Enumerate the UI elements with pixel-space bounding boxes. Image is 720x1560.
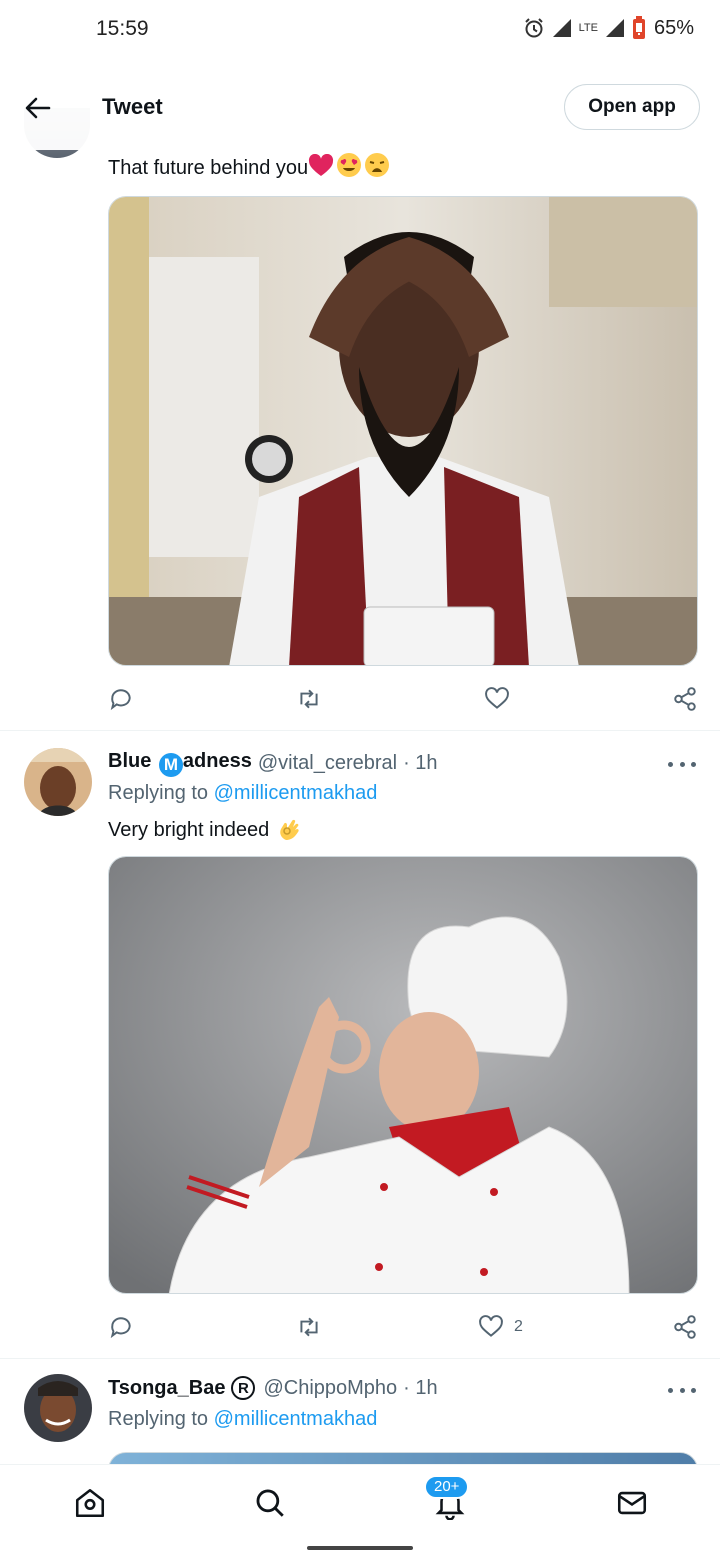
registered-letter: R bbox=[238, 1379, 249, 1397]
reply-icon bbox=[110, 1317, 131, 1339]
status-bar: 15:59 LTE 65% bbox=[0, 0, 720, 62]
retweet-button[interactable] bbox=[296, 1310, 322, 1344]
battery-percent: 65% bbox=[653, 16, 694, 39]
system-gesture-bar bbox=[0, 1536, 720, 1560]
more-options-button[interactable] bbox=[668, 754, 696, 774]
signal-icon bbox=[551, 17, 573, 39]
retweet-icon bbox=[300, 1317, 318, 1337]
replying-to-link[interactable]: @millicentmakhad bbox=[214, 1408, 378, 1430]
divider bbox=[0, 1358, 720, 1359]
tweet-actions: 2 bbox=[108, 1310, 700, 1344]
tweet-media-image[interactable] bbox=[108, 856, 698, 1294]
network-label: LTE bbox=[578, 21, 598, 34]
display-name-first: Blue bbox=[108, 750, 152, 772]
mail-icon bbox=[617, 1491, 647, 1515]
top-app-bar: Tweet Open app bbox=[0, 62, 720, 150]
handle[interactable]: @vital_cerebral bbox=[258, 752, 397, 775]
display-name[interactable]: Blue Madness bbox=[108, 750, 252, 777]
display-name[interactable]: Tsonga_Bae bbox=[108, 1377, 225, 1400]
tweet-time[interactable]: · 1h bbox=[403, 752, 437, 775]
back-arrow-icon bbox=[25, 97, 51, 119]
red-heart-emoji bbox=[308, 153, 334, 184]
replying-prefix: Replying to bbox=[108, 782, 209, 804]
ok-hand-emoji bbox=[277, 814, 303, 848]
avatar[interactable] bbox=[24, 748, 92, 816]
media-photo bbox=[109, 857, 697, 1293]
bottom-navigation: 20+ bbox=[0, 1464, 720, 1536]
share-button[interactable] bbox=[672, 682, 698, 716]
media-photo bbox=[109, 197, 697, 665]
share-button[interactable] bbox=[672, 1310, 698, 1344]
status-icons: LTE 65% bbox=[523, 16, 694, 40]
back-button[interactable] bbox=[18, 88, 58, 128]
tweet-text-content: Very bright indeed bbox=[108, 819, 270, 841]
home-gesture-pill[interactable] bbox=[307, 1546, 413, 1550]
more-options-button[interactable] bbox=[668, 1380, 696, 1400]
search-icon bbox=[256, 1489, 284, 1517]
nav-messages[interactable] bbox=[612, 1483, 652, 1523]
replying-prefix: Replying to bbox=[108, 1408, 209, 1430]
weary-face-emoji bbox=[364, 152, 390, 184]
heart-eyes-emoji bbox=[336, 152, 362, 184]
handle[interactable]: @ChippoMpho bbox=[263, 1377, 397, 1400]
replying-to: Replying to @millicentmakhad bbox=[108, 782, 377, 805]
status-time: 15:59 bbox=[96, 17, 149, 40]
name-letter-badge: M bbox=[158, 753, 183, 777]
reply-icon bbox=[110, 689, 131, 711]
reply-button[interactable] bbox=[108, 682, 134, 716]
notification-badge: 20+ bbox=[424, 1475, 470, 1499]
name-letter: M bbox=[163, 755, 178, 774]
page-title: Tweet bbox=[102, 94, 163, 119]
open-app-button[interactable]: Open app bbox=[564, 84, 700, 130]
replying-to-link[interactable]: @millicentmakhad bbox=[214, 782, 378, 804]
heart-icon bbox=[485, 687, 509, 709]
retweet-icon bbox=[300, 689, 318, 709]
tweet-actions bbox=[108, 682, 700, 716]
avatar-photo bbox=[24, 748, 92, 816]
display-name-rest: adness bbox=[182, 750, 252, 772]
home-icon bbox=[75, 1488, 105, 1518]
tweet-meta: Blue Madness @vital_cerebral · 1h bbox=[108, 750, 438, 777]
share-icon bbox=[674, 1315, 696, 1339]
like-button[interactable]: 2 bbox=[478, 1310, 523, 1344]
tweet-text: That future behind you bbox=[108, 152, 390, 184]
heart-icon bbox=[479, 1315, 503, 1337]
like-button[interactable] bbox=[484, 682, 520, 716]
like-count: 2 bbox=[514, 1318, 523, 1335]
replying-to: Replying to @millicentmakhad bbox=[108, 1408, 377, 1431]
divider bbox=[0, 730, 720, 731]
alarm-icon bbox=[523, 17, 545, 39]
retweet-button[interactable] bbox=[296, 682, 322, 716]
nav-search[interactable] bbox=[250, 1483, 290, 1523]
nav-home[interactable] bbox=[70, 1483, 110, 1523]
registered-icon: R bbox=[231, 1376, 256, 1400]
avatar-photo bbox=[24, 1374, 92, 1442]
tweet-time[interactable]: · 1h bbox=[403, 1377, 437, 1400]
share-icon bbox=[674, 687, 696, 711]
battery-icon bbox=[632, 16, 646, 40]
tweet-media-image[interactable] bbox=[108, 196, 698, 666]
avatar[interactable] bbox=[24, 1374, 92, 1442]
tweet-text-content: That future behind you bbox=[108, 157, 309, 179]
tweet-text: Very bright indeed bbox=[108, 814, 303, 848]
signal-icon-2 bbox=[604, 17, 626, 39]
tweet-meta: Tsonga_Bae R @ChippoMpho · 1h bbox=[108, 1376, 438, 1400]
reply-button[interactable] bbox=[108, 1310, 134, 1344]
